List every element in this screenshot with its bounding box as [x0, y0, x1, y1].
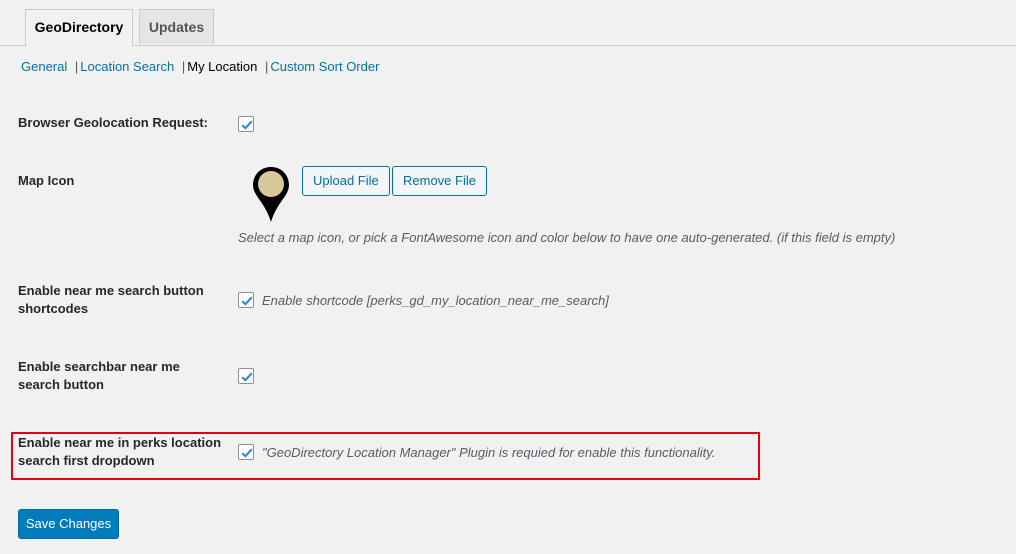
section-subnav: General | Location Search | My Location | C… — [21, 58, 379, 76]
save-changes-button[interactable]: Save Changes — [18, 509, 119, 539]
near-me-shortcodes-description: Enable shortcode [perks_gd_my_location_n… — [262, 293, 609, 308]
browser-geolocation-label: Browser Geolocation Request: — [18, 115, 208, 130]
tab-bar: GeoDirectory Updates — [0, 0, 1016, 46]
subnav-general[interactable]: General — [21, 59, 67, 74]
remove-file-button[interactable]: Remove File — [392, 166, 487, 196]
map-icon-label: Map Icon — [18, 173, 75, 188]
searchbar-near-me-label: Enable searchbar near me search button — [18, 359, 180, 392]
upload-file-button[interactable]: Upload File — [302, 166, 390, 196]
tab-geodirectory[interactable]: GeoDirectory — [25, 9, 133, 46]
near-me-perks-dropdown-label: Enable near me in perks location search … — [18, 435, 222, 468]
checkmark-icon — [241, 120, 253, 130]
subnav-my-location[interactable]: My Location — [187, 59, 257, 74]
subnav-separator: | — [264, 59, 269, 74]
near-me-shortcodes-checkbox[interactable] — [238, 292, 254, 308]
checkmark-icon — [241, 448, 253, 458]
map-icon-description: Select a map icon, or pick a FontAwesome… — [238, 230, 896, 245]
subnav-custom-sort-order[interactable]: Custom Sort Order — [270, 59, 379, 74]
subnav-separator: | — [181, 59, 186, 74]
checkmark-icon — [241, 372, 253, 382]
near-me-perks-dropdown-description: "GeoDirectory Location Manager" Plugin i… — [262, 445, 716, 460]
subnav-location-search[interactable]: Location Search — [80, 59, 174, 74]
near-me-shortcodes-label: Enable near me search button shortcodes — [18, 283, 204, 316]
near-me-perks-dropdown-checkbox[interactable] — [238, 444, 254, 460]
tab-updates[interactable]: Updates — [139, 9, 214, 44]
settings-page: GeoDirectory Updates General | Location S… — [0, 0, 1016, 554]
browser-geolocation-checkbox[interactable] — [238, 116, 254, 132]
subnav-separator: | — [74, 59, 79, 74]
searchbar-near-me-checkbox[interactable] — [238, 368, 254, 384]
map-pin-icon — [252, 166, 290, 227]
checkmark-icon — [241, 296, 253, 306]
